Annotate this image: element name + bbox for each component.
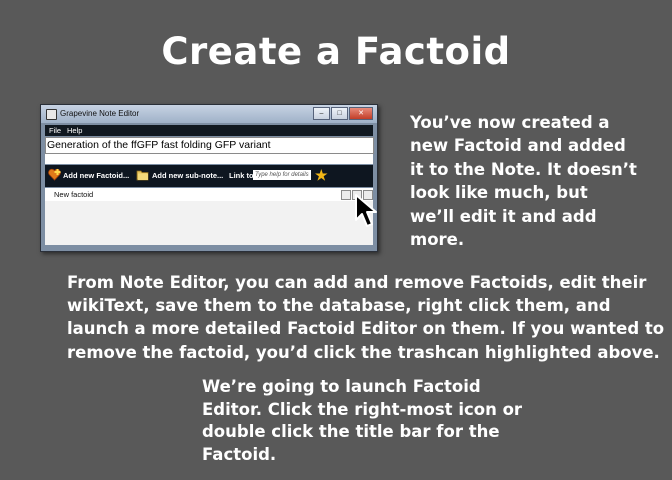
menu-file[interactable]: File <box>49 126 61 135</box>
factoid-row[interactable]: New factoid <box>45 188 373 201</box>
note-editor-window: Grapevine Note Editor – □ ✕ File Help Ge… <box>40 104 378 252</box>
window-title: Grapevine Note Editor <box>60 109 140 118</box>
heart-plus-icon[interactable] <box>48 168 61 181</box>
slide-title: Create a Factoid <box>161 30 511 73</box>
mouse-cursor-icon <box>355 194 377 227</box>
maximize-button[interactable]: □ <box>331 107 348 120</box>
note-toolbar: Add new Factoid... Add new sub-note... L… <box>45 165 373 187</box>
close-button[interactable]: ✕ <box>349 107 373 120</box>
note-title-field[interactable]: Generation of the ffGFP fast folding GFP… <box>45 137 374 154</box>
add-factoid-button[interactable]: Add new Factoid... <box>63 171 129 180</box>
factoid-list: New factoid <box>45 188 373 245</box>
folder-plus-icon[interactable] <box>136 168 149 181</box>
app-icon <box>46 109 57 120</box>
wiki-icon[interactable] <box>341 190 351 200</box>
instruction-text: We’re going to launch Factoid Editor. Cl… <box>202 377 523 464</box>
note-body-field[interactable] <box>45 154 373 164</box>
window-controls: – □ ✕ <box>313 107 373 120</box>
minimize-button[interactable]: – <box>313 107 330 120</box>
description-text: From Note Editor, you can add and remove… <box>67 273 665 362</box>
factoid-label[interactable]: New factoid <box>54 190 93 199</box>
link-search-input[interactable]: Type help for details <box>253 170 311 180</box>
menu-help[interactable]: Help <box>67 126 82 135</box>
explanation-text: You’ve now created a new Factoid and add… <box>410 113 637 250</box>
star-icon[interactable]: ★ <box>315 167 328 183</box>
menu-bar: File Help <box>45 125 373 136</box>
add-subnote-button[interactable]: Add new sub-note... <box>152 171 223 180</box>
window-titlebar[interactable]: Grapevine Note Editor – □ ✕ <box>41 105 377 123</box>
